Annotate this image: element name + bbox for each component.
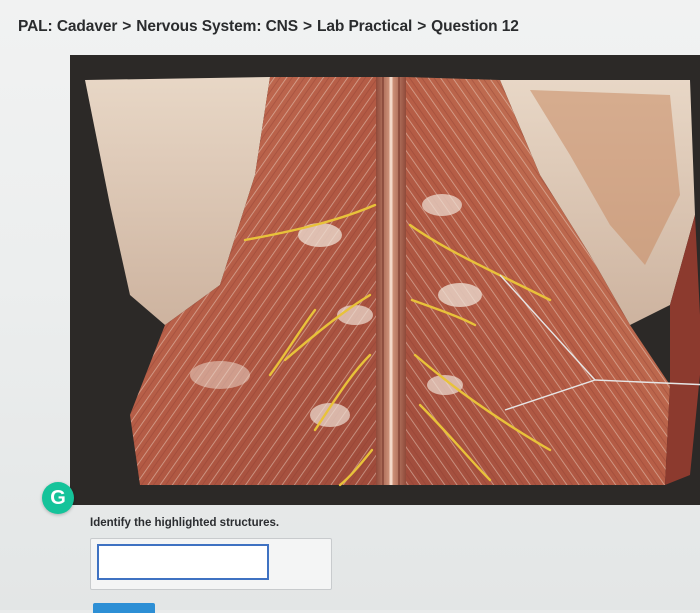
answer-container	[90, 538, 332, 590]
breadcrumb-separator: >	[417, 18, 427, 35]
submit-button[interactable]	[93, 603, 155, 613]
breadcrumb: PAL: Cadaver > Nervous System: CNS > Lab Pra…	[18, 18, 519, 36]
breadcrumb-item-pal-cadaver[interactable]: PAL: Cadaver	[18, 18, 117, 35]
page: PAL: Cadaver > Nervous System: CNS > Lab Pra…	[0, 0, 700, 613]
specimen-image	[70, 55, 700, 505]
breadcrumb-separator: >	[303, 18, 312, 35]
grammarly-icon[interactable]: G	[42, 482, 74, 514]
answer-input[interactable]	[97, 544, 269, 580]
breadcrumb-item-question: Question 12	[431, 18, 519, 35]
breadcrumb-item-nervous-system[interactable]: Nervous System: CNS	[136, 18, 298, 35]
specimen-illustration	[70, 55, 700, 505]
question-prompt: Identify the highlighted structures.	[90, 517, 280, 529]
breadcrumb-separator: >	[122, 18, 132, 35]
breadcrumb-item-lab-practical[interactable]: Lab Practical	[317, 18, 412, 35]
